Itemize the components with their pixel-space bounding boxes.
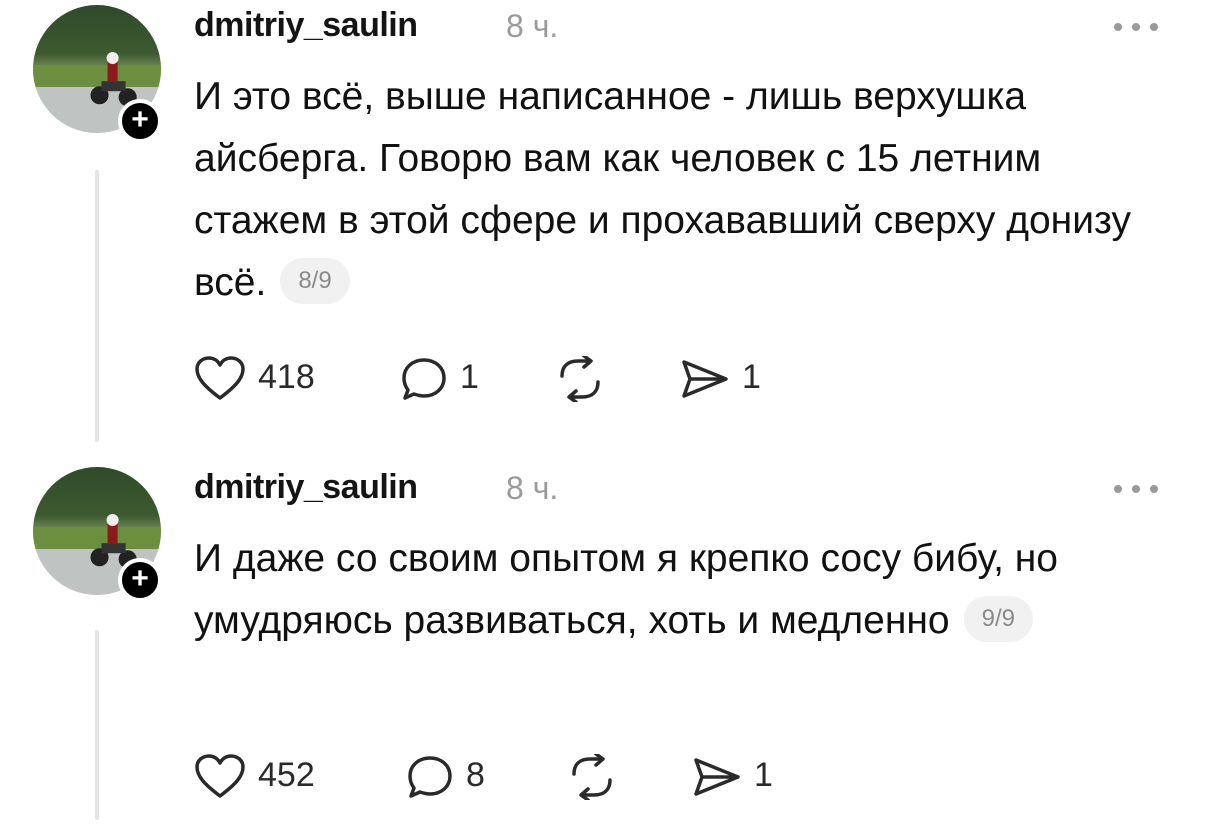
username[interactable]: dmitriy_saulin	[194, 6, 418, 45]
post-time: 8 ч.	[506, 470, 559, 506]
reply-count: 8	[466, 756, 485, 794]
like-count: 418	[258, 358, 315, 396]
thread-post: + dmitriy_saulin 8 ч. И даже со своим оп…	[0, 460, 1206, 826]
like-count: 452	[258, 756, 315, 794]
thread-connector	[95, 170, 99, 442]
thread-pager-badge: 8/9	[280, 257, 350, 304]
more-icon[interactable]	[1112, 18, 1160, 34]
share-button[interactable]: 1	[680, 352, 770, 402]
heart-icon	[195, 356, 245, 400]
share-count: 1	[754, 756, 773, 794]
post-time: 8 ч.	[506, 8, 559, 44]
send-icon	[682, 360, 728, 398]
comment-icon	[402, 358, 446, 400]
follow-plus-icon[interactable]: +	[118, 558, 162, 602]
share-count: 1	[742, 358, 761, 396]
repost-button[interactable]	[566, 750, 622, 800]
repost-icon	[560, 356, 600, 402]
reply-button[interactable]: 1	[400, 352, 490, 402]
like-button[interactable]: 452	[194, 750, 334, 800]
repost-button[interactable]	[554, 352, 610, 402]
reply-button[interactable]: 8	[406, 750, 496, 800]
reply-count: 1	[460, 358, 479, 396]
post-text: И это всё, выше написанное - лишь верхуш…	[194, 75, 1131, 304]
heart-icon	[195, 754, 245, 798]
comment-icon	[408, 756, 452, 798]
post-text: И даже со своим опытом я крепко сосу биб…	[194, 537, 1058, 642]
thread-pager-badge: 9/9	[963, 595, 1033, 642]
repost-icon	[572, 754, 612, 800]
share-button[interactable]: 1	[692, 750, 782, 800]
thread-post: + dmitriy_saulin 8 ч. И это всё, выше на…	[0, 0, 1206, 460]
username[interactable]: dmitriy_saulin	[194, 468, 418, 507]
thread-connector	[95, 630, 99, 820]
follow-plus-icon[interactable]: +	[118, 99, 162, 143]
more-icon[interactable]	[1112, 480, 1160, 496]
send-icon	[694, 758, 740, 796]
like-button[interactable]: 418	[194, 352, 334, 402]
